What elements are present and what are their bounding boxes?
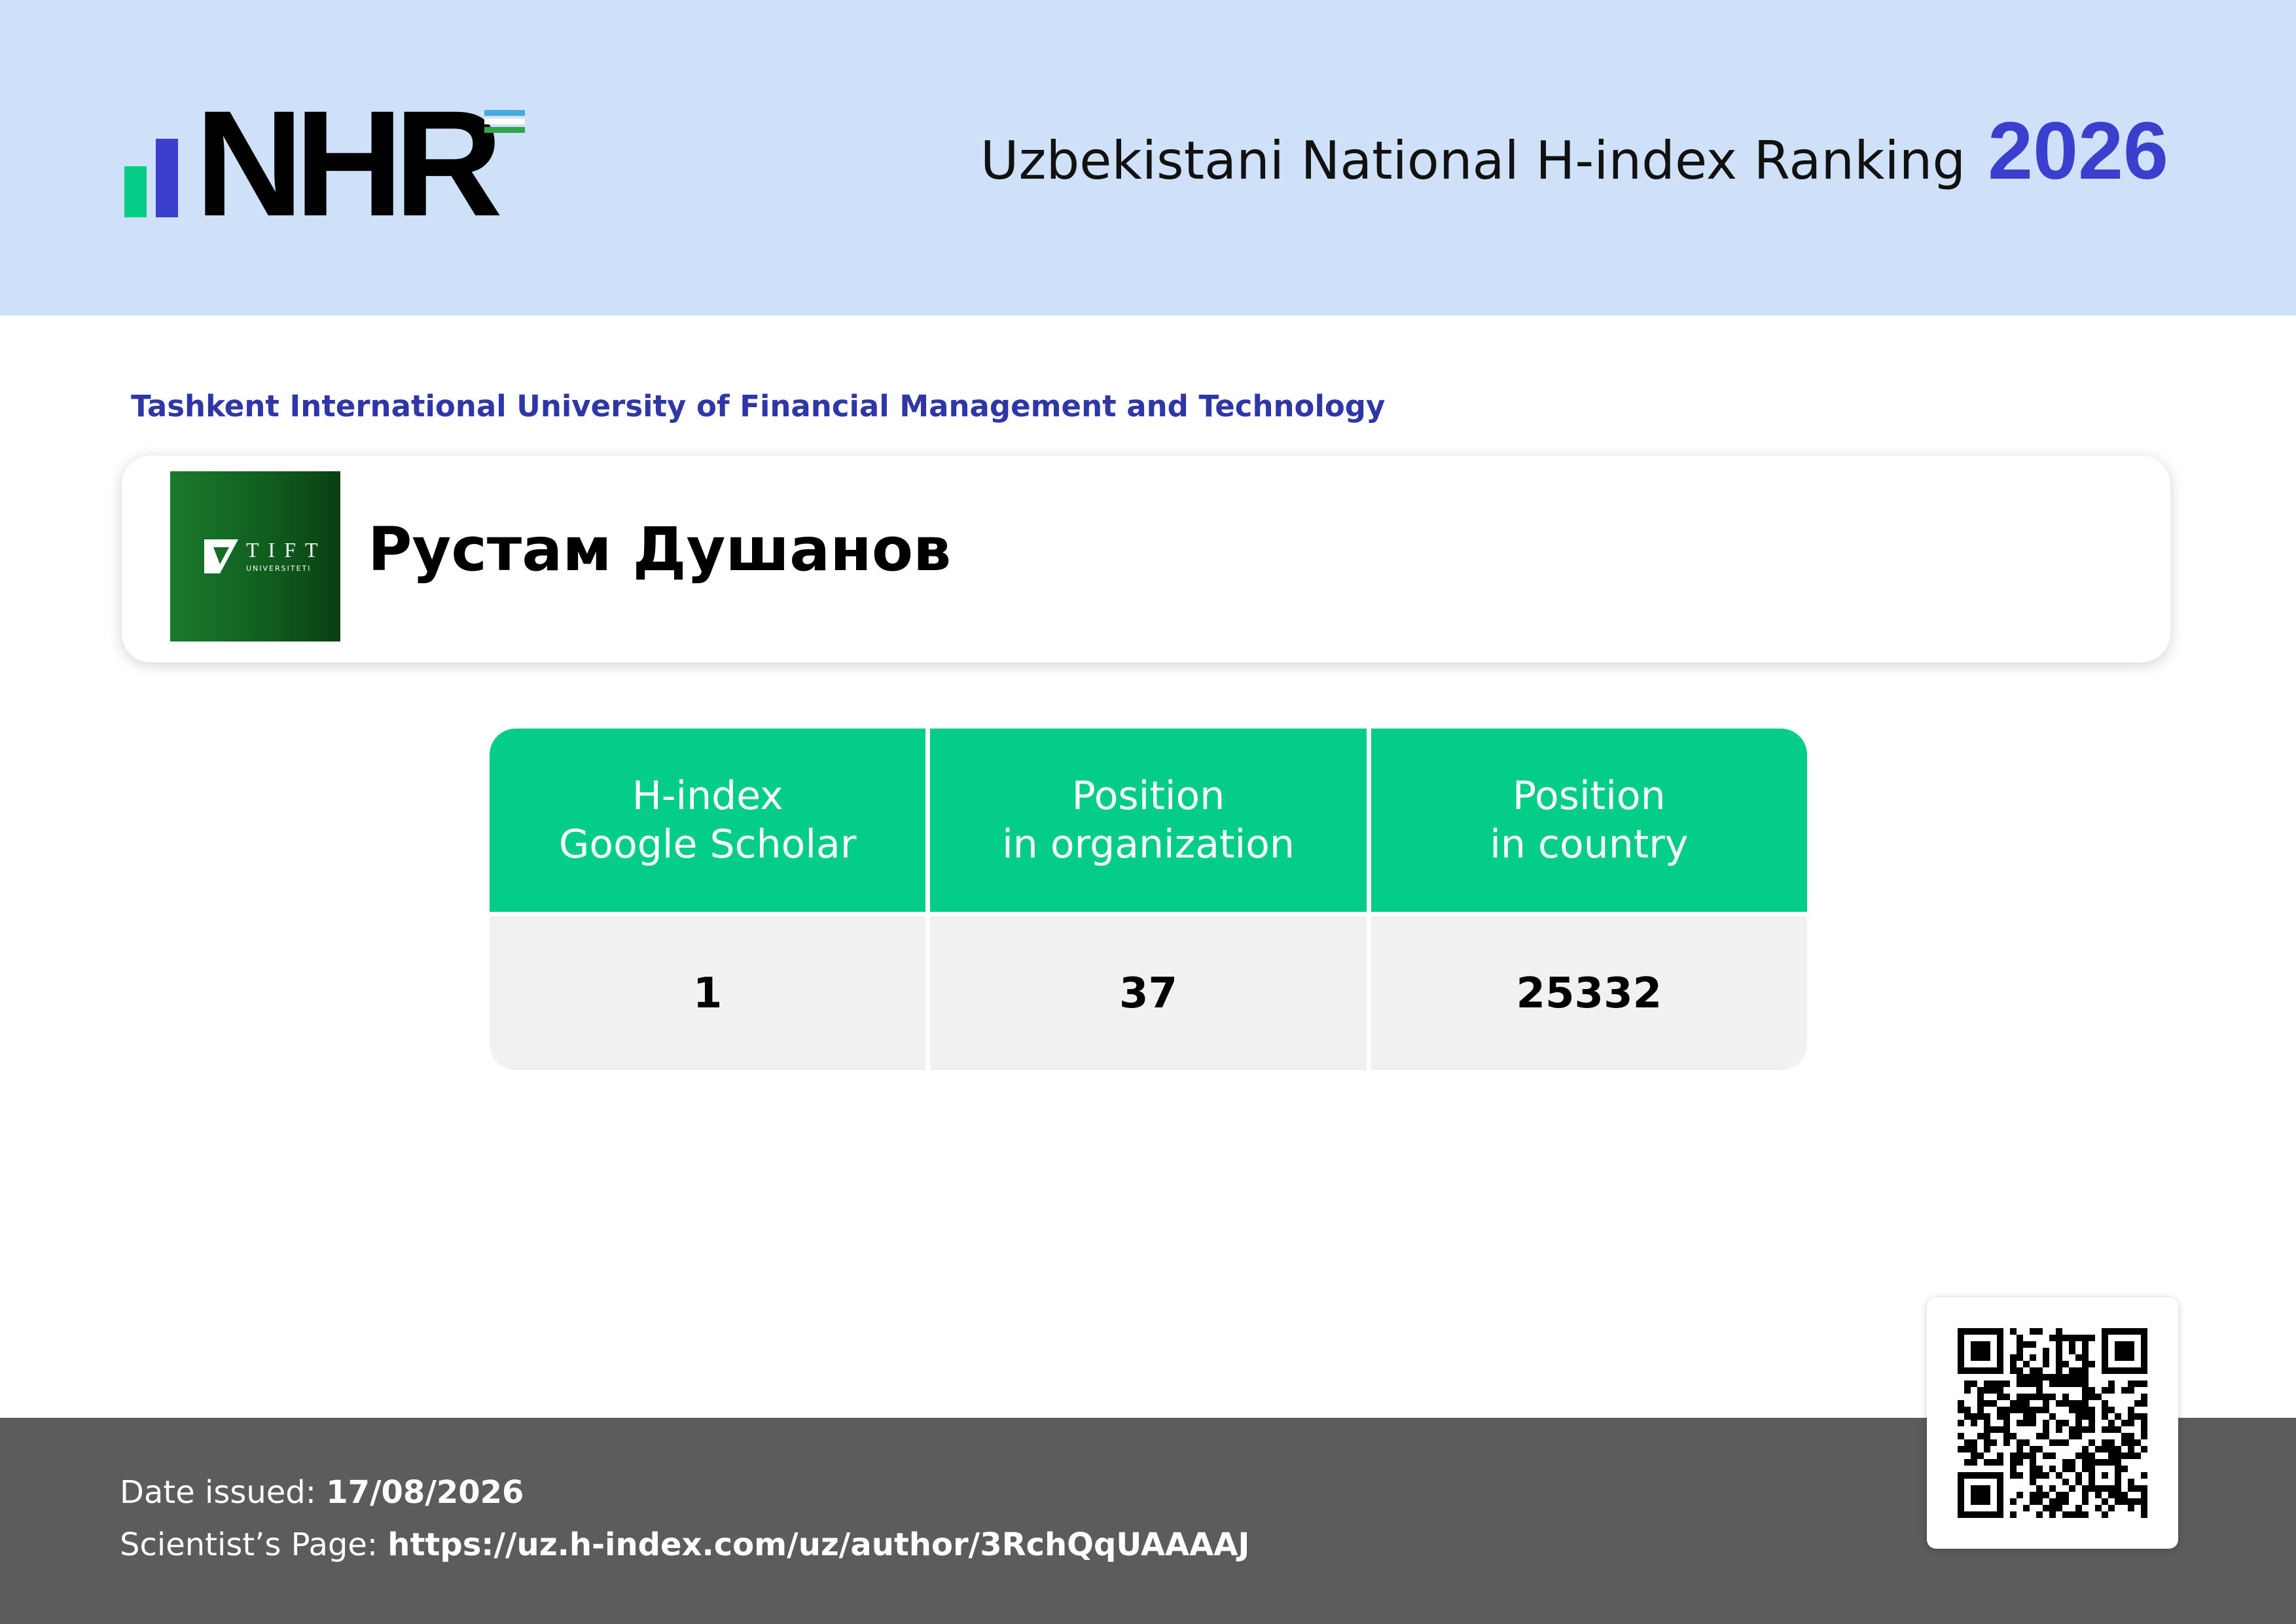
stat-column-organization: Position in organization 37	[925, 729, 1367, 1070]
stat-header: Position in country	[1371, 729, 1807, 916]
stat-header: Position in organization	[930, 729, 1367, 916]
stat-value: 25332	[1371, 916, 1807, 1070]
logo-bar-green-icon	[124, 166, 147, 217]
stat-header-line2: in country	[1490, 821, 1689, 867]
ranking-year: 2026	[1988, 106, 2168, 196]
logo-bar-blue-icon	[156, 139, 178, 217]
stats-table: H-index Google Scholar 1 Position in org…	[490, 729, 1807, 1070]
stat-value: 37	[930, 916, 1367, 1070]
logo-text: NHR	[195, 79, 503, 247]
organization-logo: TIFT UNIVERSITETI	[170, 471, 340, 641]
scientist-page: Scientist’s Page: https://uz.h-index.com…	[120, 1526, 1249, 1563]
scientist-page-label: Scientist’s Page:	[120, 1526, 378, 1563]
nhr-logo: NHR	[124, 88, 543, 239]
header-title: Uzbekistani National H-index Ranking 202…	[980, 105, 2168, 209]
scientist-page-link[interactable]: https://uz.h-index.com/uz/author/3RchQqU…	[387, 1526, 1249, 1563]
qr-code-icon[interactable]	[1958, 1328, 2147, 1518]
stat-column-country: Position in country 25332	[1366, 729, 1807, 1070]
organization-name: Tashkent International University of Fin…	[131, 389, 1386, 424]
stat-column-hindex: H-index Google Scholar 1	[490, 729, 926, 1070]
stat-header: H-index Google Scholar	[490, 729, 926, 916]
scientist-name: Рустам Душанов	[368, 514, 952, 585]
scientist-card: TIFT UNIVERSITETI Рустам Душанов	[122, 456, 2170, 662]
date-issued-value: 17/08/2026	[326, 1474, 524, 1511]
header-banner: NHR Uzbekistani National H-index Ranking…	[0, 0, 2296, 316]
stat-header-line2: in organization	[1002, 821, 1295, 867]
uzbekistan-flag-icon	[484, 110, 525, 135]
stat-header-line2: Google Scholar	[558, 821, 857, 867]
stat-header-line1: Position	[1513, 773, 1666, 819]
stat-value: 1	[490, 916, 926, 1070]
stat-header-line1: Position	[1071, 773, 1225, 819]
organization-logo-subtext: UNIVERSITETI	[246, 564, 312, 573]
date-issued-label: Date issued:	[120, 1474, 316, 1511]
ranking-title: Uzbekistani National H-index Ranking	[980, 130, 1966, 191]
stat-header-line1: H-index	[632, 773, 783, 819]
organization-logo-text: TIFT	[246, 538, 327, 562]
qr-code-card[interactable]	[1927, 1297, 2178, 1549]
tift-mark-icon	[204, 539, 238, 573]
date-issued: Date issued: 17/08/2026	[120, 1474, 524, 1511]
